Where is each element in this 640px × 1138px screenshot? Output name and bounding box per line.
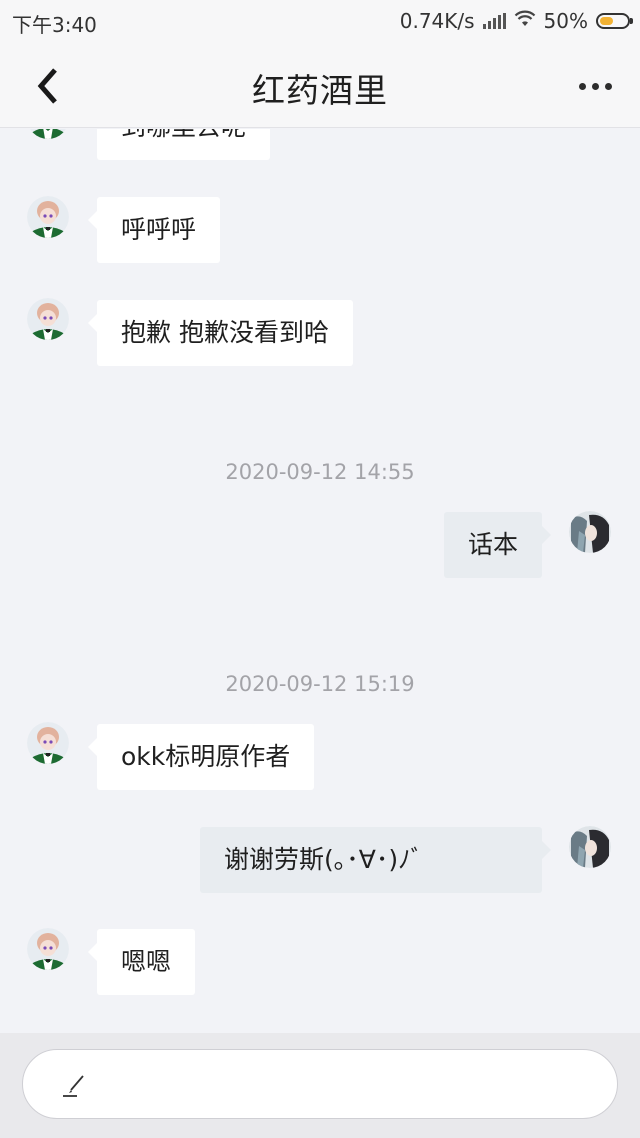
- contact-avatar[interactable]: [27, 298, 69, 340]
- more-options-button[interactable]: [570, 64, 620, 108]
- message-list[interactable]: 到哪里去呢 呼呼呼 抱歉 抱歉没看到哈 2020-09-12 14:55: [0, 129, 640, 1033]
- message-timestamp: 2020-09-12 14:55: [225, 460, 415, 484]
- message-bubble-incoming[interactable]: 抱歉 抱歉没看到哈: [88, 300, 353, 366]
- more-dot: [591, 82, 599, 90]
- message-timestamp: 2020-09-12 15:19: [225, 672, 415, 696]
- message-bubble-outgoing[interactable]: 谢谢劳斯(｡･∀･)ﾉﾞ: [200, 827, 551, 893]
- message-input[interactable]: [22, 1049, 618, 1119]
- chat-header: 红药酒里: [0, 44, 640, 128]
- my-avatar[interactable]: [569, 826, 611, 868]
- status-bar: 下午3:40 0.74K/s 50%: [0, 0, 640, 44]
- status-time: 下午3:40: [12, 13, 97, 37]
- chat-title: 红药酒里: [252, 71, 388, 110]
- battery-fill: [600, 17, 613, 25]
- wifi-icon: [514, 9, 536, 33]
- battery-icon: [596, 13, 633, 29]
- pen-icon: [63, 1075, 84, 1097]
- contact-avatar[interactable]: [27, 722, 69, 764]
- signal-icon: [482, 13, 506, 29]
- battery-percent: 50%: [543, 9, 588, 33]
- contact-avatar[interactable]: [27, 129, 69, 139]
- contact-avatar[interactable]: [27, 928, 69, 970]
- status-indicators: 0.74K/s 50%: [399, 9, 633, 33]
- contact-avatar[interactable]: [27, 196, 69, 238]
- more-dot: [604, 82, 612, 90]
- message-bubble-incoming[interactable]: 到哪里去呢: [97, 129, 271, 160]
- message-bubble-incoming[interactable]: 嗯嗯: [87, 929, 196, 995]
- more-horizontal-icon: [578, 82, 586, 90]
- network-speed: 0.74K/s: [399, 9, 475, 33]
- message-bubble-incoming[interactable]: 呼呼呼: [87, 197, 221, 263]
- my-avatar[interactable]: [569, 511, 611, 553]
- message-bubble-outgoing[interactable]: 话本: [443, 512, 552, 578]
- input-bar: [0, 1033, 640, 1138]
- message-bubble-incoming[interactable]: okk标明原作者: [87, 724, 315, 790]
